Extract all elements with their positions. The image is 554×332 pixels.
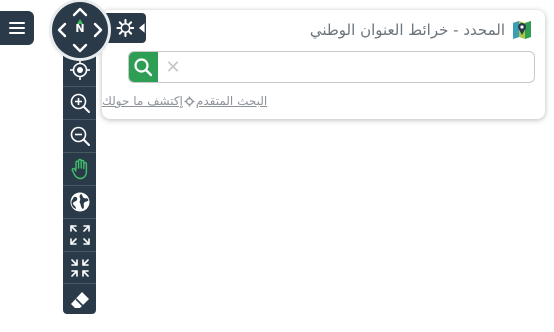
- full-extent-button[interactable]: [63, 218, 96, 250]
- explore-nearby-link[interactable]: إكتشف ما حولك: [102, 94, 183, 108]
- gear-icon: [115, 18, 135, 38]
- full-extent-icon: [69, 224, 90, 245]
- gear-small-icon: [184, 95, 195, 107]
- page-title: المحدد - خرائط العنوان الوطني: [309, 21, 505, 39]
- zoom-in-button[interactable]: [63, 86, 96, 118]
- search-icon: [134, 58, 153, 77]
- zoom-out-button[interactable]: [63, 119, 96, 151]
- globe-button[interactable]: [63, 185, 96, 217]
- north-label: N: [75, 22, 85, 35]
- clear-search-button[interactable]: ✕: [163, 56, 183, 78]
- zoom-in-icon: [70, 93, 90, 113]
- advanced-search-link[interactable]: البحث المتقدم: [196, 94, 267, 108]
- search-panel: المحدد - خرائط العنوان الوطني ✕ البحث ال…: [102, 10, 545, 119]
- menu-button[interactable]: [0, 11, 34, 45]
- locate-button[interactable]: [63, 54, 96, 85]
- shrink-button[interactable]: [63, 251, 96, 283]
- compass-navigator[interactable]: N: [52, 2, 108, 58]
- pan-hand-icon: [71, 158, 87, 179]
- eraser-icon: [70, 291, 89, 308]
- search-links: البحث المتقدم إكتشف ما حولك: [102, 92, 278, 110]
- close-icon: ✕: [165, 56, 181, 78]
- zoom-out-icon: [70, 126, 90, 146]
- search-button[interactable]: [129, 52, 158, 82]
- panel-header: المحدد - خرائط العنوان الوطني: [310, 18, 533, 42]
- shrink-icon: [70, 258, 89, 277]
- search-input[interactable]: ✕: [128, 51, 535, 83]
- caret-left-icon: [139, 23, 146, 33]
- globe-icon: [70, 192, 89, 211]
- map-pin-logo-icon: [513, 21, 531, 39]
- locate-icon: [69, 59, 90, 80]
- map-toolbar: [63, 52, 96, 314]
- pan-button[interactable]: [63, 152, 96, 184]
- eraser-button[interactable]: [63, 283, 96, 315]
- hamburger-icon: [9, 22, 25, 34]
- settings-button[interactable]: [104, 13, 146, 43]
